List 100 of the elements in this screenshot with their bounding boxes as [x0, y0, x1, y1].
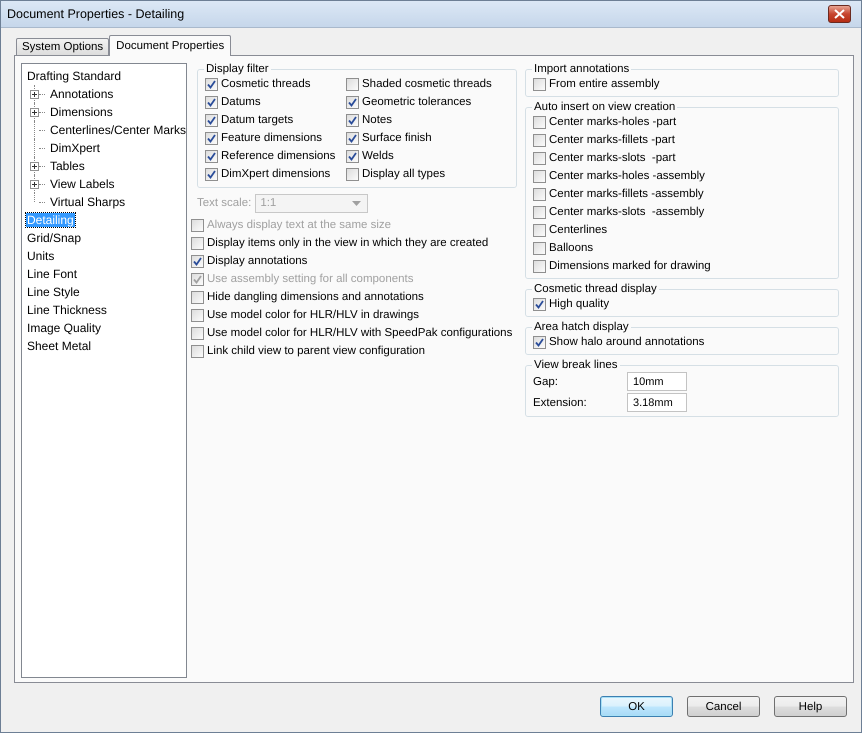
tree-item[interactable]: Image Quality — [26, 321, 102, 335]
checkbox[interactable] — [191, 290, 204, 304]
checkbox[interactable] — [533, 298, 546, 310]
dialog-button[interactable]: Help — [774, 696, 847, 717]
checkbox[interactable] — [533, 78, 546, 90]
checkbox[interactable] — [205, 168, 218, 180]
checkbox-label: Display items only in the view in which they are created — [207, 237, 488, 249]
checkbox-label: Shaded cosmetic threads — [362, 78, 492, 90]
checkbox-label: Center marks-fillets -part — [549, 134, 675, 146]
checkbox[interactable] — [346, 150, 359, 162]
checkbox[interactable] — [205, 132, 218, 144]
group-title: Import annotations — [533, 63, 630, 75]
checkbox[interactable] — [205, 96, 218, 108]
checkbox[interactable] — [533, 206, 546, 218]
checkbox-label: From entire assembly — [549, 78, 660, 90]
checkbox-label: Center marks-slots -assembly — [549, 206, 704, 218]
checkbox[interactable] — [346, 132, 359, 144]
tree-item[interactable]: Dimensions — [49, 105, 114, 119]
checkbox-label: Datums — [221, 96, 261, 108]
checkbox[interactable] — [191, 236, 204, 250]
tree-item[interactable]: Virtual Sharps — [49, 195, 126, 209]
field-label: Text scale: — [197, 197, 252, 209]
checkbox[interactable] — [533, 152, 546, 164]
checkbox[interactable] — [533, 134, 546, 146]
group-title: Cosmetic thread display — [533, 283, 658, 295]
checkbox-label: DimXpert dimensions — [221, 168, 330, 180]
group-title: Auto insert on view creation — [533, 101, 676, 113]
checkbox-label: Display annotations — [207, 255, 308, 267]
checkbox-label: Always display text at the same size — [207, 219, 392, 231]
checkbox-label: Centerlines — [549, 224, 608, 236]
checkbox-label: Link child view to parent view configuration — [207, 345, 425, 357]
dropdown-arrow-icon — [352, 200, 362, 206]
checkbox[interactable] — [533, 336, 546, 348]
expand-icon[interactable] — [30, 108, 39, 116]
checkbox-label: Center marks-slots -part — [549, 152, 676, 164]
tree-item[interactable]: Tables — [49, 159, 86, 173]
checkbox-label: Feature dimensions — [221, 132, 322, 144]
checkbox-label: Hide dangling dimensions and annotations — [207, 291, 424, 303]
checkbox[interactable] — [191, 344, 204, 358]
checkbox-label: Center marks-holes -part — [549, 116, 676, 128]
checkbox-label: Dimensions marked for drawing — [549, 260, 711, 272]
checkbox-label: Use assembly setting for all components — [207, 273, 414, 285]
checkbox-label: Use model color for HLR/HLV in drawings — [207, 309, 419, 321]
checkbox[interactable] — [205, 78, 218, 90]
tree-item[interactable]: Line Font — [26, 267, 78, 281]
checkbox[interactable] — [191, 326, 204, 340]
field-label: Extension: — [533, 396, 588, 408]
checkbox-label: Surface finish — [362, 132, 432, 144]
tree-item[interactable]: Annotations — [49, 87, 114, 101]
checkbox[interactable] — [205, 114, 218, 126]
dialog-button[interactable]: Cancel — [687, 696, 760, 717]
checkbox[interactable] — [205, 150, 218, 162]
tree-item[interactable]: Drafting Standard — [26, 69, 122, 83]
expand-icon[interactable] — [30, 180, 39, 188]
group-title: Display filter — [205, 63, 270, 75]
checkbox[interactable] — [191, 308, 204, 322]
checkbox-label: Cosmetic threads — [221, 78, 310, 90]
checkbox-label: Show halo around annotations — [549, 336, 704, 348]
tree-item[interactable]: Centerlines/Center Marks — [49, 123, 188, 137]
checkbox[interactable] — [533, 260, 546, 272]
expand-icon[interactable] — [30, 90, 39, 98]
checkbox-label: Use model color for HLR/HLV with SpeedPak configurations — [207, 327, 512, 339]
checkbox[interactable] — [346, 168, 359, 180]
checkbox[interactable] — [346, 114, 359, 126]
window-title: Document Properties - Detailing — [7, 7, 184, 21]
close-button[interactable] — [828, 5, 851, 23]
expand-icon[interactable] — [30, 162, 39, 170]
close-icon — [834, 9, 845, 19]
input-field[interactable]: 10mm — [627, 372, 687, 391]
tree-item[interactable]: Line Style — [26, 285, 81, 299]
tree-item[interactable]: Grid/Snap — [26, 231, 82, 245]
checkbox-label: Balloons — [549, 242, 594, 254]
tree-item[interactable]: Units — [26, 249, 56, 263]
checkbox[interactable] — [533, 170, 546, 182]
checkbox-label: High quality — [549, 298, 610, 310]
field-label: Gap: — [533, 376, 559, 388]
input-field[interactable]: 3.18mm — [627, 393, 687, 412]
checkbox-label: Center marks-holes -assembly — [549, 170, 705, 182]
checkbox[interactable] — [533, 242, 546, 254]
checkbox-label: Display all types — [362, 168, 446, 180]
checkbox-label: Welds — [362, 150, 394, 162]
tab[interactable]: System Options — [16, 38, 110, 55]
checkbox-label: Geometric tolerances — [362, 96, 472, 108]
checkbox-label: Center marks-fillets -assembly — [549, 188, 704, 200]
checkbox-label: Reference dimensions — [221, 150, 336, 162]
checkbox-label: Notes — [362, 114, 392, 126]
checkbox[interactable] — [346, 78, 359, 90]
group-title: View break lines — [533, 359, 619, 371]
checkbox[interactable] — [533, 116, 546, 128]
tree-item[interactable]: Sheet Metal — [26, 339, 92, 353]
tree-item[interactable]: View Labels — [49, 177, 116, 191]
tree-item[interactable]: Line Thickness — [26, 303, 108, 317]
checkbox[interactable] — [346, 96, 359, 108]
checkbox[interactable] — [191, 254, 204, 268]
tree-item[interactable]: DimXpert — [49, 141, 102, 155]
tab[interactable]: Document Properties — [109, 35, 232, 56]
checkbox[interactable] — [533, 188, 546, 200]
checkbox-label: Datum targets — [221, 114, 294, 126]
checkbox[interactable] — [533, 224, 546, 236]
dialog-button[interactable]: OK — [600, 696, 673, 717]
